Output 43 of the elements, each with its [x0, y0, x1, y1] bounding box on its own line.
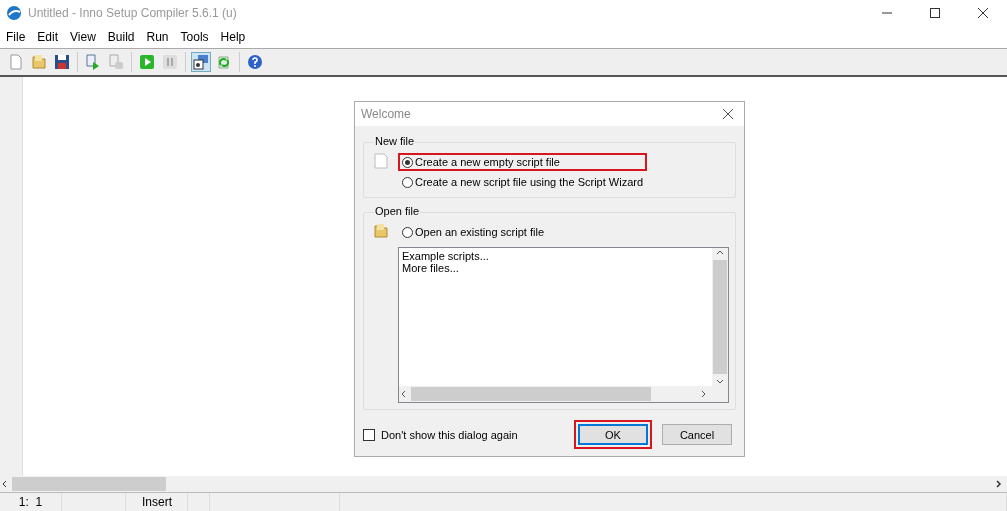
- file-list[interactable]: Example scripts... More files...: [398, 247, 729, 403]
- target-files-icon[interactable]: [191, 52, 211, 72]
- menu-item[interactable]: Tools: [174, 30, 215, 44]
- scroll-up-icon[interactable]: [715, 248, 725, 256]
- dialog-button[interactable]: Cancel: [662, 424, 732, 445]
- dialog-button[interactable]: OK: [578, 424, 648, 445]
- list-item[interactable]: More files...: [402, 262, 709, 274]
- maximize-icon[interactable]: [929, 7, 941, 19]
- dialog-title: Welcome: [361, 107, 412, 121]
- list-item[interactable]: Example scripts...: [402, 250, 709, 262]
- scroll-right-icon[interactable]: [700, 389, 708, 399]
- radio-label[interactable]: Open an existing script file: [415, 226, 544, 238]
- help-icon[interactable]: [245, 52, 265, 72]
- menu-item[interactable]: View: [64, 30, 102, 44]
- page-icon: [374, 153, 388, 169]
- close-icon[interactable]: [977, 7, 989, 19]
- radio-button[interactable]: [402, 226, 413, 238]
- checkbox-label[interactable]: Don't show this dialog again: [381, 428, 568, 441]
- scrollbar-thumb[interactable]: [713, 260, 727, 374]
- radio-button[interactable]: [402, 156, 413, 168]
- window-title: Untitled - Inno Setup Compiler 5.6.1 (u): [28, 6, 238, 20]
- menu-item[interactable]: Edit: [31, 30, 65, 44]
- status-text: Insert: [142, 495, 172, 509]
- scroll-down-icon[interactable]: [715, 378, 725, 386]
- scroll-left-icon[interactable]: [399, 389, 407, 399]
- scrollbar-thumb[interactable]: [411, 387, 651, 401]
- scroll-right-icon[interactable]: [995, 479, 1003, 489]
- menu-item[interactable]: Help: [214, 30, 252, 44]
- menu-item[interactable]: Run: [140, 30, 175, 44]
- group-label: Open file: [374, 205, 421, 217]
- menu-item[interactable]: File: [0, 30, 32, 44]
- checkbox[interactable]: [363, 428, 375, 441]
- menu-item[interactable]: Build: [101, 30, 141, 44]
- group-label: New file: [374, 135, 416, 147]
- scrollbar-thumb[interactable]: [12, 477, 166, 491]
- play-icon[interactable]: [137, 52, 157, 72]
- status-text: 1: 1: [18, 495, 43, 509]
- app-logo-icon: [6, 5, 22, 21]
- radio-button[interactable]: [402, 176, 413, 188]
- radio-label[interactable]: Create a new script file using the Script Wizard: [415, 176, 644, 188]
- folder-icon: [374, 223, 388, 239]
- close-icon[interactable]: [722, 108, 734, 120]
- scroll-left-icon[interactable]: [0, 479, 8, 489]
